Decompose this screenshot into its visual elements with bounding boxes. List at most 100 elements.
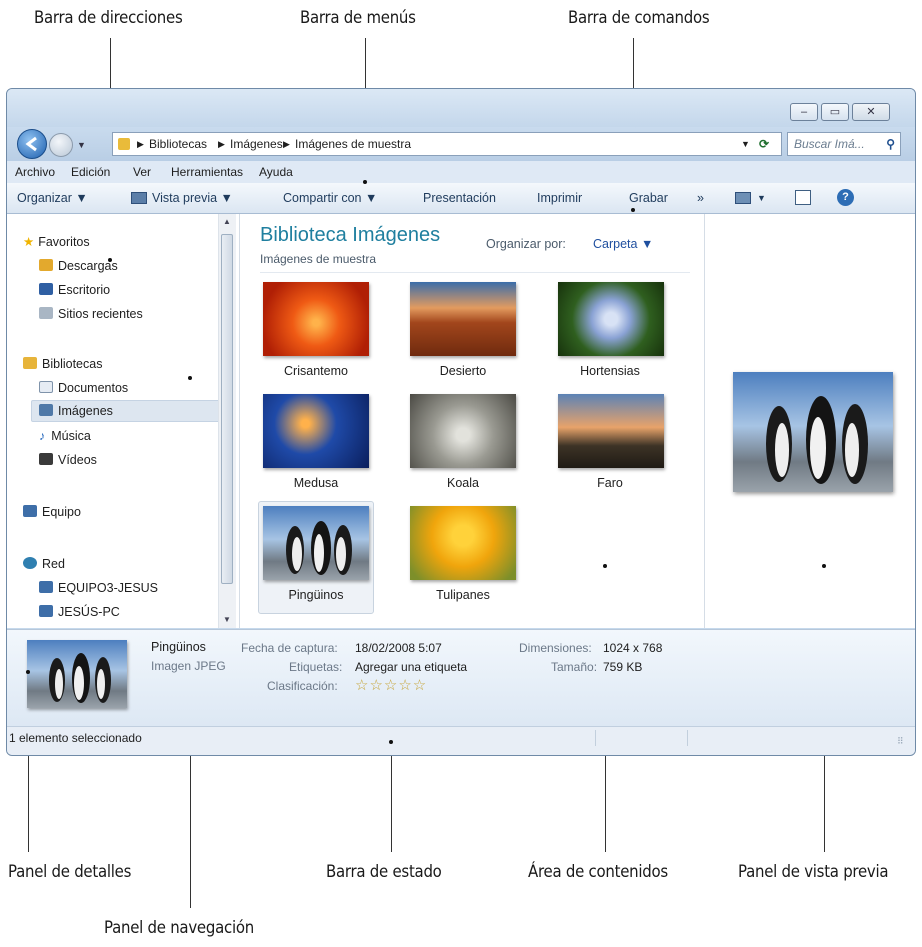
help-icon[interactable]: ? [837,189,854,206]
thumb-desierto[interactable] [410,282,516,356]
details-pane: Pingüinos Imagen JPEG Fecha de captura: … [7,629,915,726]
share-button[interactable]: Compartir con ▼ [283,183,377,213]
arrange-dropdown[interactable]: Carpeta ▼ [593,237,653,251]
refresh-icon[interactable]: ⟳ [759,133,769,155]
menu-edicion[interactable]: Edición [71,161,110,183]
details-tags-value[interactable]: Agregar una etiqueta [355,660,467,674]
address-bar[interactable]: ▶ Bibliotecas ▶ Imágenes ▶ Imágenes de m… [112,132,782,156]
breadcrumb-imagenes[interactable]: Imágenes [230,133,283,155]
documents-icon [39,381,53,393]
network-computer-icon [39,581,53,593]
breadcrumb-separator-icon: ▶ [137,139,144,149]
file-koala[interactable]: Koala [393,476,533,490]
leader-dot-details-pane [26,670,30,674]
forward-button[interactable] [49,133,73,157]
libraries-icon [23,357,37,369]
thumb-koala[interactable] [410,394,516,468]
nav-imagenes[interactable]: Imágenes [39,401,113,421]
views-dropdown-icon[interactable]: ▼ [757,183,766,213]
nav-documentos[interactable]: Documentos [39,378,128,398]
menu-ayuda[interactable]: Ayuda [259,161,293,183]
scroll-thumb[interactable] [221,234,233,584]
leader-dot-preview-pane [822,564,826,568]
thumb-hortensias[interactable] [558,282,664,356]
preview-pane [704,214,915,628]
address-dropdown-icon[interactable]: ▼ [741,133,750,155]
file-pinguinos[interactable]: Pingüinos [246,588,386,602]
nav-scrollbar[interactable]: ▲ ▼ [218,214,236,628]
nav-jesus-pc-label: JESÚS-PC [58,605,120,619]
views-icon[interactable] [735,192,751,204]
print-button[interactable]: Imprimir [537,183,582,213]
slideshow-button[interactable]: Presentación [423,183,496,213]
nav-musica[interactable]: ♪ Música [39,426,91,446]
file-faro[interactable]: Faro [540,476,680,490]
file-desierto[interactable]: Desierto [393,364,533,378]
nav-videos-label: Vídeos [58,453,97,467]
nav-bibliotecas[interactable]: Bibliotecas [23,354,102,374]
recent-pages-chevron-icon[interactable]: ▼ [77,140,86,150]
file-hortensias[interactable]: Hortensias [540,364,680,378]
menu-ver[interactable]: Ver [133,161,151,183]
leader-dot-command-bar [631,208,635,212]
breadcrumb-bibliotecas[interactable]: Bibliotecas [149,133,207,155]
thumb-medusa[interactable] [263,394,369,468]
menu-archivo[interactable]: Archivo [15,161,55,183]
search-icon[interactable]: ⚲ [886,133,895,155]
star-icon: ★ [23,235,35,249]
minimize-button[interactable]: ‒ [790,103,818,121]
nav-sitios-recientes[interactable]: Sitios recientes [39,304,143,324]
callout-navigation-pane: Panel de navegación [104,918,254,938]
status-divider [687,730,688,746]
preview-icon [131,192,147,204]
details-size-value: 759 KB [603,660,643,674]
header-divider [260,272,690,273]
nav-equipo3-jesus[interactable]: EQUIPO3-JESUS [39,578,158,598]
file-medusa[interactable]: Medusa [246,476,386,490]
nav-escritorio[interactable]: Escritorio [39,280,110,300]
nav-equipo[interactable]: Equipo [23,502,81,522]
scroll-down-icon[interactable]: ▼ [219,612,235,628]
file-crisantemo[interactable]: Crisantemo [246,364,386,378]
nav-favorites-label: Favoritos [38,235,90,249]
callout-preview-pane: Panel de vista previa [738,862,889,882]
back-arrow-icon [25,136,37,152]
thumb-pinguinos[interactable] [263,506,369,580]
more-commands-button[interactable]: » [697,183,704,213]
details-dims-label: Dimensiones: [519,641,592,655]
navigation-pane: ★ Favoritos Descargas Escritorio Sitios r… [7,214,240,628]
thumb-tulipanes[interactable] [410,506,516,580]
leader-status-bar [391,742,392,852]
search-input[interactable]: Buscar Imá... ⚲ [787,132,901,156]
callout-menu-bar: Barra de menús [300,8,416,28]
details-date-value[interactable]: 18/02/2008 5:07 [355,641,442,655]
nav-jesus-pc[interactable]: JESÚS-PC [39,602,120,622]
leader-dot-status-bar [389,740,393,744]
thumb-crisantemo[interactable] [263,282,369,356]
thumb-faro[interactable] [558,394,664,468]
nav-favorites[interactable]: ★ Favoritos [23,232,90,252]
nav-descargas[interactable]: Descargas [39,256,118,276]
resize-grip-icon[interactable]: ⠿ [897,730,904,752]
nav-videos[interactable]: Vídeos [39,450,97,470]
scroll-up-icon[interactable]: ▲ [219,214,235,230]
menu-herramientas[interactable]: Herramientas [171,161,243,183]
network-icon [23,557,37,569]
nav-imagenes-label: Imágenes [58,404,113,418]
preview-button[interactable]: Vista previa ▼ [152,183,233,213]
details-file-type: Imagen JPEG [151,659,226,673]
file-tulipanes[interactable]: Tulipanes [393,588,533,602]
search-placeholder: Buscar Imá... [794,137,865,151]
close-button[interactable]: ✕ [852,103,890,121]
leader-dot-content-area [603,564,607,568]
preview-pane-toggle-icon[interactable] [795,190,811,205]
nav-red[interactable]: Red [23,554,65,574]
nav-equipo3-jesus-label: EQUIPO3-JESUS [58,581,159,595]
rating-stars-icon[interactable]: ☆☆☆☆☆ [355,676,427,694]
back-button[interactable] [17,129,47,159]
breadcrumb-imagenes-de-muestra[interactable]: Imágenes de muestra [295,133,411,155]
callout-status-bar: Barra de estado [326,862,442,882]
organize-button[interactable]: Organizar ▼ [17,183,88,213]
maximize-button[interactable]: ▭ [821,103,849,121]
leader-dot-navigation-pane [188,376,192,380]
